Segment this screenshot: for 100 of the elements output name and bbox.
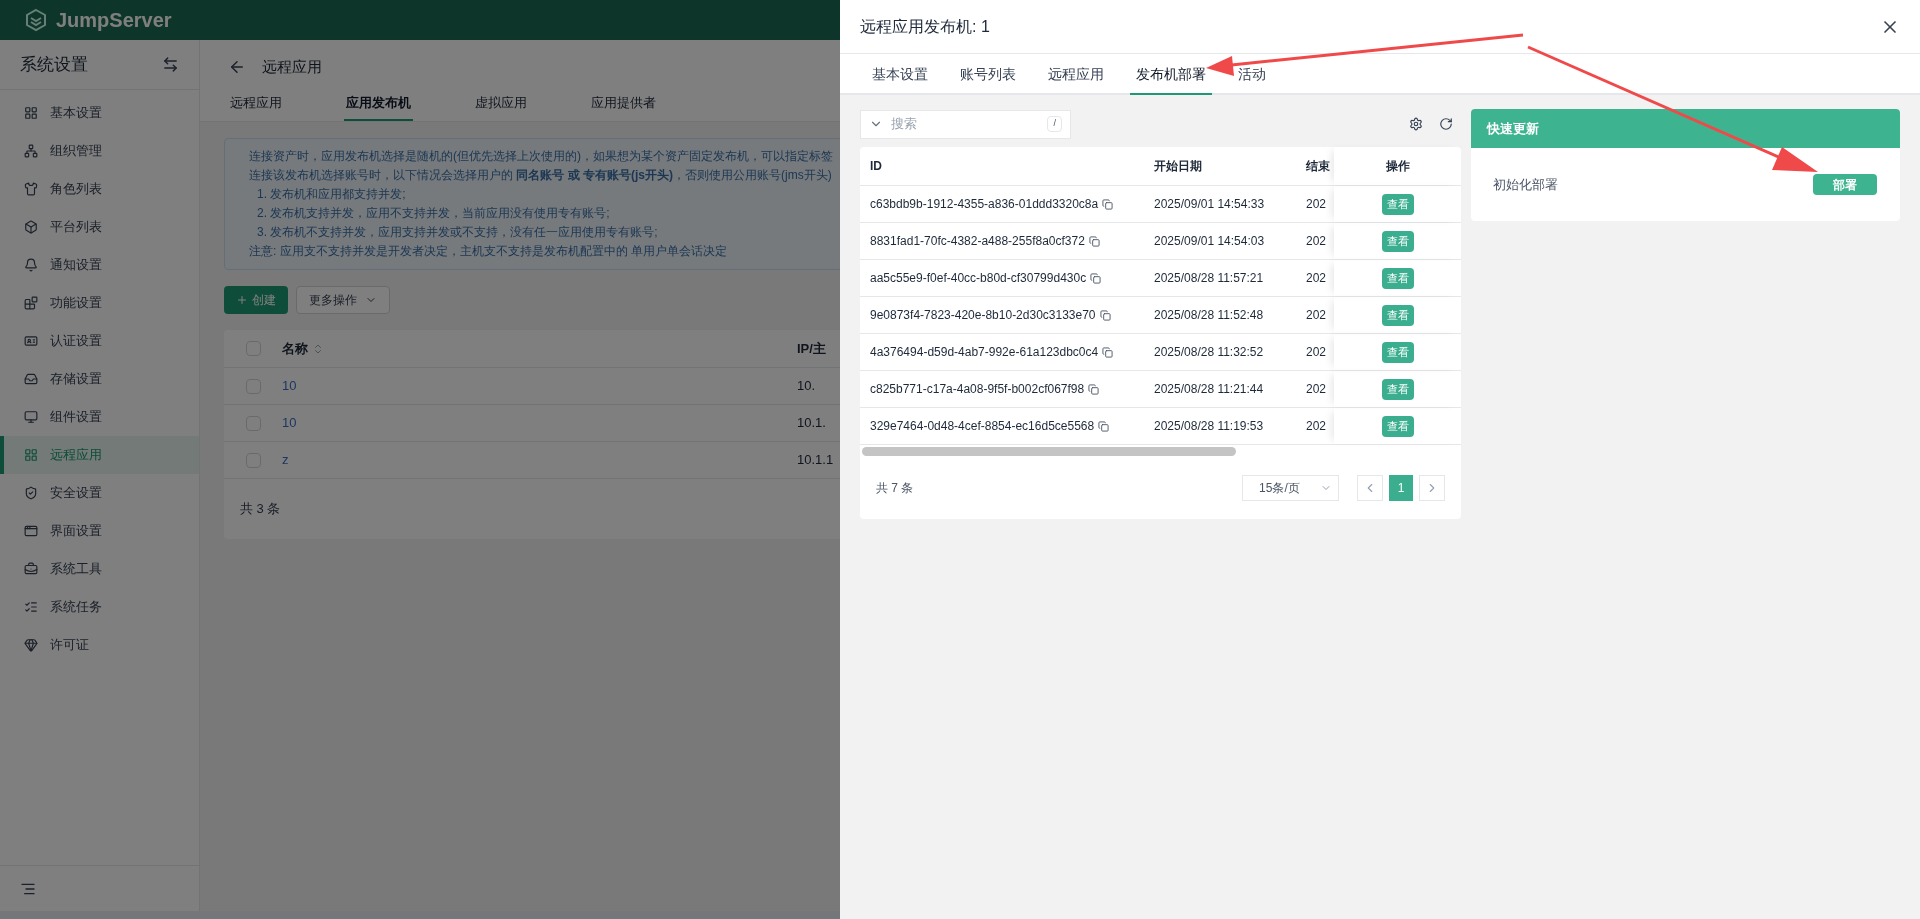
column-header: 开始日期: [1154, 158, 1203, 175]
refresh-icon[interactable]: [1439, 117, 1454, 131]
page-button[interactable]: 1: [1389, 475, 1414, 501]
name-link[interactable]: z: [282, 452, 289, 468]
logo-text: JumpServer: [56, 8, 172, 33]
plus-icon: [236, 294, 248, 306]
table-cell-text: 10.1.1: [797, 451, 834, 470]
window-icon: [24, 524, 38, 538]
sidebar-item[interactable]: 系统任务: [0, 588, 199, 626]
deploy-button[interactable]: 部署: [1813, 174, 1877, 195]
copy-icon[interactable]: [1088, 235, 1100, 247]
shirt-icon: [24, 182, 38, 196]
logo-icon: [24, 8, 48, 32]
sidebar-item[interactable]: 界面设置: [0, 512, 199, 550]
gem-icon: [24, 638, 38, 652]
sort-icon[interactable]: [312, 342, 324, 355]
view-button[interactable]: 查看: [1381, 378, 1414, 400]
sidebar-title: 系统设置: [20, 53, 88, 76]
view-button[interactable]: 查看: [1381, 230, 1414, 252]
back-icon[interactable]: [228, 58, 246, 76]
sidebar-item[interactable]: 组件设置: [0, 398, 199, 436]
table-cell-text: 2025/08/28 11:32:52: [1154, 344, 1265, 361]
notice-line: 3. 发布机不支持并发，应用支持并发或不支持，没有任一应用使用专有账号;: [256, 225, 658, 239]
copy-icon[interactable]: [1099, 309, 1111, 321]
copy-icon[interactable]: [1102, 346, 1114, 358]
sidebar-item[interactable]: 基本设置: [0, 94, 199, 132]
checklist-icon: [24, 600, 38, 614]
page-tab[interactable]: 远程应用: [228, 86, 284, 121]
sidebar-item[interactable]: 许可证: [0, 626, 199, 664]
table-cell-text: c63bdb9b-1912-4355-a836-01ddd3320c8a: [870, 196, 1099, 213]
column-header: 结束: [1306, 158, 1331, 175]
table-cell-text: 10.: [797, 377, 816, 396]
notice-line: 2. 发布机支持并发，应用不支持并发，当前应用没有使用专有账号;: [256, 206, 610, 220]
sidebar-item[interactable]: 存储设置: [0, 360, 199, 398]
deploy-label: 初始化部署: [1493, 175, 1559, 194]
page-tab[interactable]: 应用发布机: [344, 86, 413, 121]
drawer-tab[interactable]: 基本设置: [866, 56, 934, 95]
sidebar-item[interactable]: 组织管理: [0, 132, 199, 170]
table-cell-text: 2025/09/01 14:54:33: [1154, 196, 1266, 213]
table-cell-text: 329e7464-0d48-4cef-8854-ec16d5ce5568: [870, 418, 1095, 435]
page-tab[interactable]: 应用提供者: [589, 86, 658, 121]
notice-line: 注意: 应用支不支持并发是开发者决定，主机支不支持是发布机配置中的 单用户单会话决定: [249, 244, 727, 258]
sidebar-item[interactable]: 平台列表: [0, 208, 199, 246]
sidebar-item[interactable]: 远程应用: [0, 436, 199, 474]
table-cell-text: aa5c55e9-f0ef-40cc-b80d-cf30799d430c: [870, 270, 1087, 287]
page-title: 远程应用: [262, 56, 322, 77]
drawer-tab[interactable]: 活动: [1232, 56, 1272, 95]
column-header: IP/主: [797, 339, 826, 358]
settings-icon[interactable]: [1409, 117, 1424, 131]
name-link[interactable]: 10: [282, 415, 297, 431]
drawer-title: 远程应用发布机: 1: [860, 16, 990, 37]
view-button[interactable]: 查看: [1381, 341, 1414, 363]
view-button[interactable]: 查看: [1381, 193, 1414, 215]
table-cell-text: 202: [1306, 196, 1328, 213]
table-cell-text: 202: [1306, 233, 1328, 250]
table-cell-text: 8831fad1-70fc-4382-a488-255f8a0cf372: [870, 233, 1085, 250]
copy-icon[interactable]: [1098, 420, 1110, 432]
sidebar-item[interactable]: 通知设置: [0, 246, 199, 284]
table-cell-text: 10.1.: [797, 414, 826, 433]
sidebar-item[interactable]: 功能设置: [0, 284, 199, 322]
shortcut-key: /: [1047, 116, 1062, 132]
copy-icon[interactable]: [1088, 383, 1100, 395]
hierarchy-icon: [24, 144, 38, 158]
swap-icon[interactable]: [162, 56, 179, 73]
monitor-icon: [24, 410, 38, 424]
name-link[interactable]: 10: [282, 378, 297, 394]
inbox-icon: [24, 372, 38, 386]
drawer-tab[interactable]: 账号列表: [954, 56, 1022, 95]
page-size-select[interactable]: 15条/页: [1242, 475, 1340, 501]
table-cell-text: 202: [1306, 344, 1328, 361]
briefcase-icon: [24, 562, 38, 576]
sidebar-item[interactable]: 安全设置: [0, 474, 199, 512]
column-header[interactable]: 名称: [282, 338, 308, 359]
grid-icon: [24, 448, 38, 462]
search-input[interactable]: 搜索: [891, 114, 1040, 134]
scrollbar[interactable]: [862, 446, 1236, 456]
table-cell-text: 202: [1306, 270, 1328, 287]
more-actions-button[interactable]: 更多操作: [296, 286, 390, 314]
copy-icon[interactable]: [1102, 198, 1114, 210]
table-cell-text: 202: [1306, 307, 1328, 324]
notice-line: 连接该发布机选择账号时，以下情况会选择用户的 同名账号 或 专有账号(js开头)，否则使用公用账号(jms开头): [249, 168, 832, 182]
search-field[interactable]: 搜索 /: [860, 109, 1071, 139]
sidebar-item[interactable]: 角色列表: [0, 170, 199, 208]
table-cell-text: 9e0873f4-7823-420e-8b10-2d30c3133e70: [870, 307, 1096, 324]
table-cell-text: 4a376494-d59d-4ab7-992e-61a123dbc0c4: [870, 344, 1099, 361]
view-button[interactable]: 查看: [1381, 267, 1414, 289]
shield-icon: [24, 486, 38, 500]
page-tab[interactable]: 虚拟应用: [473, 86, 529, 121]
copy-icon[interactable]: [1090, 272, 1102, 284]
view-button[interactable]: 查看: [1381, 415, 1414, 437]
drawer-tab[interactable]: 远程应用: [1042, 56, 1110, 95]
table-cell-text: 2025/08/28 11:21:44: [1154, 381, 1265, 398]
table-cell-text: 2025/09/01 14:54:03: [1154, 233, 1266, 250]
id-card-icon: [24, 334, 38, 348]
create-button[interactable]: 创建: [224, 286, 288, 314]
sidebar-item[interactable]: 系统工具: [0, 550, 199, 588]
view-button[interactable]: 查看: [1381, 304, 1414, 326]
blocks-icon: [24, 296, 38, 310]
sidebar-item[interactable]: 认证设置: [0, 322, 199, 360]
table-cell-text: 202: [1306, 381, 1328, 398]
